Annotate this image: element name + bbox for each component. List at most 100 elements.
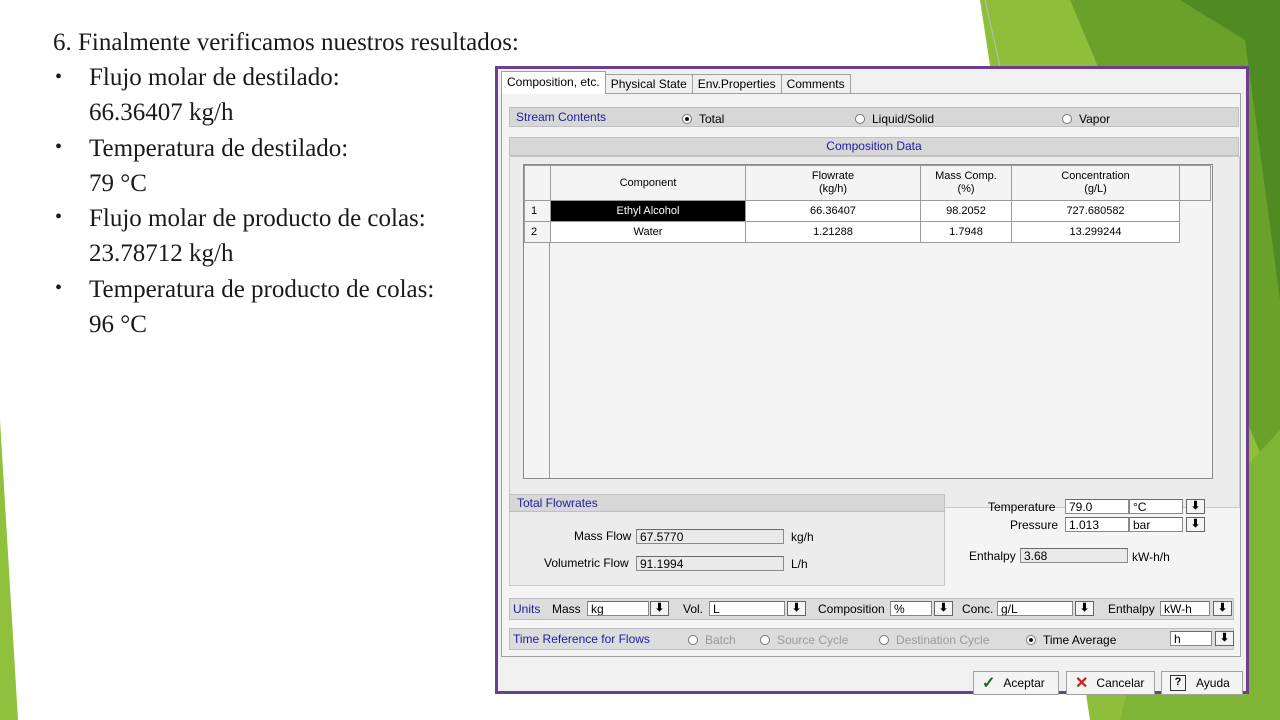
bullet-icon: •: [55, 136, 63, 158]
total-flowrates-header: Total Flowrates: [509, 494, 945, 512]
cell-mass-comp[interactable]: 1.7948: [920, 221, 1012, 243]
x-icon: ✕: [1075, 675, 1089, 692]
units-mass-select[interactable]: kg: [587, 601, 649, 616]
table-header-row: Component Flowrate (kg/h) Mass Comp. (%)…: [524, 165, 1211, 201]
accept-button[interactable]: ✓ Aceptar: [973, 671, 1059, 695]
radio-total[interactable]: Total: [682, 111, 724, 127]
corner-cell: [524, 165, 551, 201]
left-green-triangle: [0, 420, 18, 720]
mass-flow-unit: kg/h: [791, 530, 814, 544]
units-vol-select[interactable]: L: [709, 601, 785, 616]
radio-selected-icon: [1026, 635, 1036, 645]
bullet-icon: •: [55, 206, 63, 228]
units-conc-select[interactable]: g/L: [997, 601, 1073, 616]
radio-vapor[interactable]: Vapor: [1062, 111, 1110, 127]
cell-concentration[interactable]: 727.680582: [1011, 200, 1180, 222]
enthalpy-label: Enthalpy: [969, 549, 1016, 563]
row-number[interactable]: 1: [524, 200, 551, 222]
arrow-down-icon[interactable]: ⬇: [650, 601, 669, 616]
radio-batch[interactable]: Batch: [688, 633, 736, 647]
time-unit-select[interactable]: h: [1170, 631, 1212, 646]
cell-flowrate[interactable]: 66.36407: [745, 200, 921, 222]
cell-flowrate[interactable]: 1.21288: [745, 221, 921, 243]
radio-time-average[interactable]: Time Average: [1026, 633, 1116, 647]
units-enthalpy-select[interactable]: kW-h: [1160, 601, 1210, 616]
radio-destination-cycle[interactable]: Destination Cycle: [879, 633, 989, 647]
check-icon: ✓: [982, 675, 996, 692]
radio-icon: [879, 635, 889, 645]
help-icon: ?: [1170, 675, 1186, 691]
cancel-button-label: Cancelar: [1096, 676, 1145, 690]
composition-table: Component Flowrate (kg/h) Mass Comp. (%)…: [524, 165, 1211, 243]
mass-flow-field: 67.5770: [636, 529, 784, 544]
bullet-label: Flujo molar de destilado:: [89, 64, 340, 91]
help-button[interactable]: ? Ayuda: [1161, 671, 1243, 695]
stream-contents-label: Stream Contents: [516, 110, 607, 124]
tab-composition[interactable]: Composition, etc.: [501, 71, 606, 94]
enthalpy-field: 3.68: [1020, 548, 1128, 563]
radio-icon: [1062, 114, 1072, 124]
temperature-label: Temperature: [988, 500, 1056, 514]
pressure-unit-select[interactable]: bar: [1129, 517, 1183, 532]
units-enthalpy-label: Enthalpy: [1108, 602, 1155, 616]
bullet-label: Temperatura de destilado:: [89, 135, 349, 162]
table-row[interactable]: 1 Ethyl Alcohol 66.36407 98.2052 727.680…: [524, 200, 1211, 222]
volumetric-flow-field: 91.1994: [636, 556, 784, 571]
col-header-mass-comp[interactable]: Mass Comp. (%): [920, 165, 1012, 201]
arrow-down-icon[interactable]: ⬇: [1215, 631, 1234, 646]
bullet-value: 23.78712 kg/h: [89, 240, 234, 267]
accept-button-label: Aceptar: [1003, 676, 1045, 690]
cell-component[interactable]: Water: [550, 221, 746, 243]
temperature-unit-select[interactable]: °C: [1129, 499, 1183, 514]
units-composition-select[interactable]: %: [890, 601, 932, 616]
col-header-unit: (kg/h): [818, 183, 848, 195]
filler-cell: [1179, 200, 1211, 222]
bullet-icon: •: [55, 66, 63, 88]
mass-flow-label: Mass Flow: [574, 529, 632, 543]
radio-source-cycle-label: Source Cycle: [777, 633, 849, 647]
arrow-down-icon[interactable]: ⬇: [1186, 517, 1205, 532]
tab-env-properties[interactable]: Env.Properties: [691, 74, 782, 94]
pressure-field[interactable]: 1.013: [1065, 517, 1129, 532]
stream-contents-group: Stream Contents Total Liquid/Solid Vapor: [509, 107, 1239, 127]
units-conc-label: Conc.: [962, 602, 994, 616]
radio-destination-cycle-label: Destination Cycle: [896, 633, 990, 647]
total-flowrates-group: Total Flowrates Mass Flow 67.5770 kg/h V…: [509, 494, 945, 586]
col-header-concentration[interactable]: Concentration (g/L): [1011, 165, 1180, 201]
temperature-field[interactable]: 79.0: [1065, 499, 1129, 514]
radio-liquid-solid-label: Liquid/Solid: [872, 112, 935, 126]
cancel-button[interactable]: ✕ Cancelar: [1066, 671, 1155, 695]
col-header-flowrate[interactable]: Flowrate (kg/h): [745, 165, 921, 201]
radio-vapor-label: Vapor: [1079, 112, 1111, 126]
cell-concentration[interactable]: 13.299244: [1011, 221, 1180, 243]
arrow-down-icon[interactable]: ⬇: [934, 601, 953, 616]
cell-mass-comp[interactable]: 98.2052: [920, 200, 1012, 222]
arrow-down-icon[interactable]: ⬇: [1075, 601, 1094, 616]
radio-liquid-solid[interactable]: Liquid/Solid: [855, 111, 934, 127]
composition-data-title: Composition Data: [826, 139, 922, 153]
enthalpy-unit: kW-h/h: [1132, 550, 1170, 564]
stream-properties-dialog: Composition, etc. Physical State Env.Pro…: [495, 66, 1249, 695]
col-header-component[interactable]: Component: [550, 165, 746, 201]
composition-data-header: Composition Data: [509, 137, 1239, 156]
bullet-value: 66.36407 kg/h: [89, 99, 234, 126]
arrow-down-icon[interactable]: ⬇: [787, 601, 806, 616]
table-row[interactable]: 2 Water 1.21288 1.7948 13.299244: [524, 221, 1211, 243]
tab-comments[interactable]: Comments: [780, 74, 851, 94]
filler-header: [1179, 165, 1211, 201]
arrow-down-icon[interactable]: ⬇: [1186, 499, 1205, 514]
units-label: Units: [513, 602, 541, 616]
col-header-text: Component: [619, 176, 677, 189]
radio-batch-label: Batch: [705, 633, 736, 647]
total-flowrates-title: Total Flowrates: [517, 496, 598, 510]
radio-source-cycle[interactable]: Source Cycle: [760, 633, 848, 647]
row-number[interactable]: 2: [524, 221, 551, 243]
units-strip: Units Mass kg ⬇ Vol. L ⬇ Composition % ⬇…: [509, 598, 1234, 620]
slide-heading: 6. Finalmente verificamos nuestros resul…: [53, 29, 519, 56]
tab-physical-state[interactable]: Physical State: [604, 74, 693, 94]
composition-grid: Component Flowrate (kg/h) Mass Comp. (%)…: [523, 164, 1213, 479]
cell-component[interactable]: Ethyl Alcohol: [550, 200, 746, 222]
volumetric-flow-label: Volumetric Flow: [544, 556, 629, 570]
arrow-down-icon[interactable]: ⬇: [1213, 601, 1232, 616]
bullet-icon: •: [55, 277, 63, 299]
